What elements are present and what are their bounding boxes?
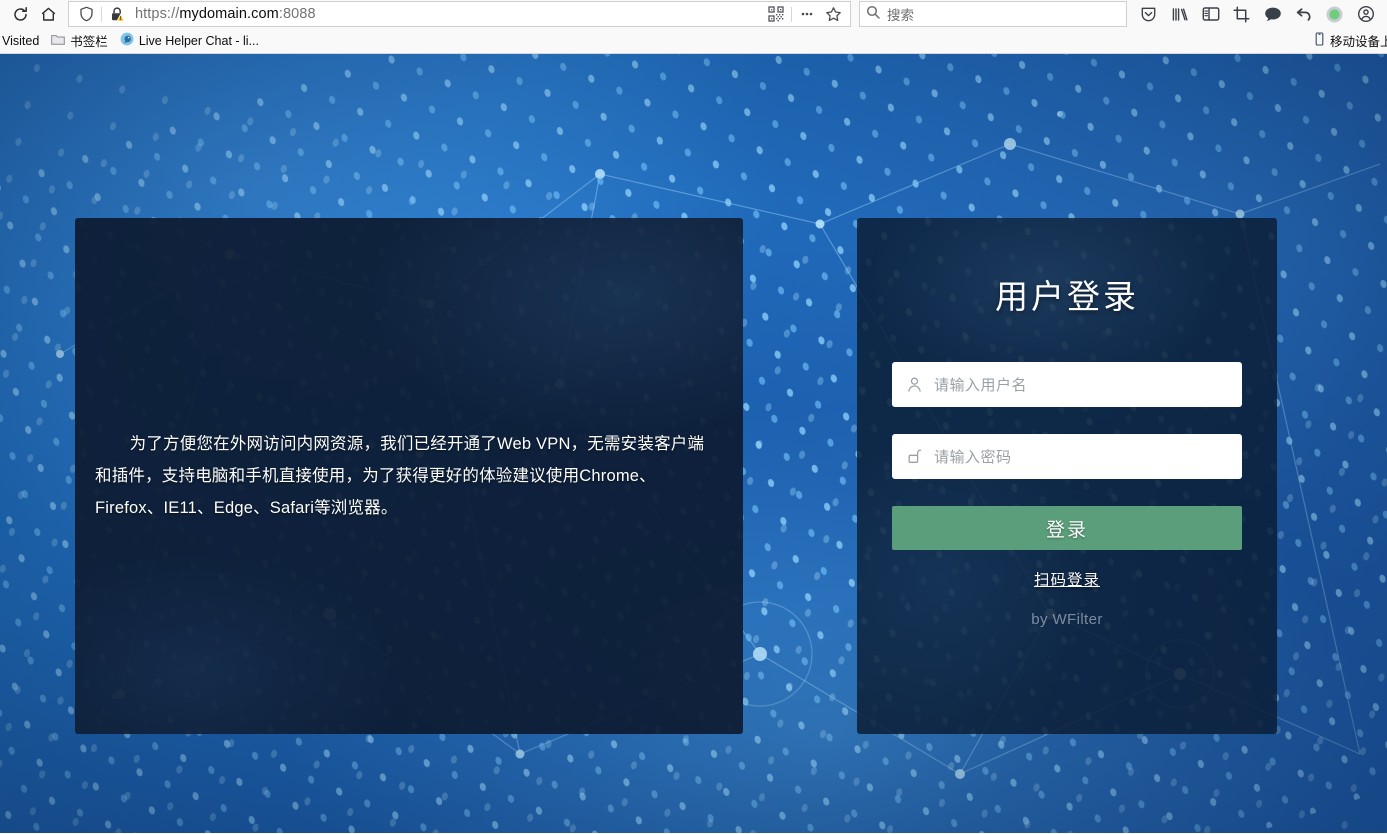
login-card: 用户登录 请输入用户名 [857, 218, 1277, 734]
chat-bubble-icon[interactable] [1257, 1, 1288, 27]
url-scheme: https:// [135, 6, 179, 22]
url-divider [101, 7, 102, 22]
info-card: 为了方便您在外网访问内网资源，我们已经开通了Web VPN，无需安装客户端和插件… [75, 218, 743, 734]
url-text[interactable]: https://mydomain.com:8088 [130, 6, 763, 22]
password-placeholder: 请输入密码 [934, 446, 1012, 467]
screenshot-crop-icon[interactable] [1226, 1, 1257, 27]
browser-navigation-bar: https://mydomain.com:8088 [0, 0, 1387, 28]
user-icon [906, 376, 923, 393]
folder-icon [51, 33, 65, 49]
pocket-icon[interactable] [1133, 1, 1164, 27]
url-port: :8088 [279, 6, 316, 22]
search-placeholder: 搜索 [887, 4, 914, 24]
bookmark-item-mobile-device[interactable]: 移动设备上的 [1314, 31, 1387, 50]
bookmark-item-folder[interactable]: 书签栏 [45, 29, 114, 52]
home-button[interactable] [34, 1, 62, 27]
bookmark-label: 移动设备上的 [1330, 31, 1387, 50]
footer-credit: by WFilter [892, 611, 1242, 628]
login-title: 用户登录 [892, 218, 1242, 362]
bookmark-item-live-helper-chat[interactable]: Live Helper Chat - li... [114, 30, 265, 51]
page-cards: 为了方便您在外网访问内网资源，我们已经开通了Web VPN，无需安装客户端和插件… [0, 54, 1387, 833]
library-icon[interactable] [1164, 1, 1195, 27]
tracking-protection-shield-icon[interactable] [73, 2, 99, 26]
reload-button[interactable] [6, 1, 34, 27]
browser-chrome: https://mydomain.com:8088 [0, 0, 1387, 54]
bookmark-label: Visited [2, 34, 39, 48]
password-field[interactable]: 请输入密码 [892, 434, 1242, 479]
info-card-text: 为了方便您在外网访问内网资源，我们已经开通了Web VPN，无需安装客户端和插件… [75, 428, 743, 525]
search-bar[interactable]: 搜索 [859, 1, 1127, 27]
account-icon[interactable] [1350, 1, 1381, 27]
username-field[interactable]: 请输入用户名 [892, 362, 1242, 407]
username-placeholder: 请输入用户名 [934, 374, 1027, 395]
sidebar-icon[interactable] [1195, 1, 1226, 27]
bookmarks-toolbar: Visited 书签栏 Live Helper Chat - li... [0, 28, 1387, 53]
status-dot-icon[interactable] [1319, 1, 1350, 27]
browser-toolbar-icons [1133, 1, 1381, 27]
bookmark-item-most-visited[interactable]: Visited [0, 31, 45, 51]
mobile-device-icon [1314, 32, 1325, 49]
login-button[interactable]: 登录 [892, 506, 1242, 550]
bookmark-star-icon[interactable] [820, 2, 846, 26]
bookmark-label: 书签栏 [70, 31, 108, 50]
vpn-login-page: 为了方便您在外网访问内网资源，我们已经开通了Web VPN，无需安装客户端和插件… [0, 54, 1387, 833]
qr-login-link[interactable]: 扫码登录 [892, 568, 1242, 590]
search-icon [866, 5, 880, 24]
page-actions-ellipsis-icon[interactable] [794, 2, 820, 26]
url-host: mydomain.com [179, 6, 279, 22]
qr-code-icon[interactable] [763, 2, 789, 26]
lock-icon [906, 448, 923, 465]
bookmark-label: Live Helper Chat - li... [139, 34, 259, 48]
url-bar[interactable]: https://mydomain.com:8088 [68, 1, 851, 27]
site-favicon [120, 32, 134, 49]
undo-arrow-icon[interactable] [1288, 1, 1319, 27]
url-divider-2 [791, 7, 792, 22]
insecure-lock-warning-icon[interactable] [104, 2, 130, 26]
